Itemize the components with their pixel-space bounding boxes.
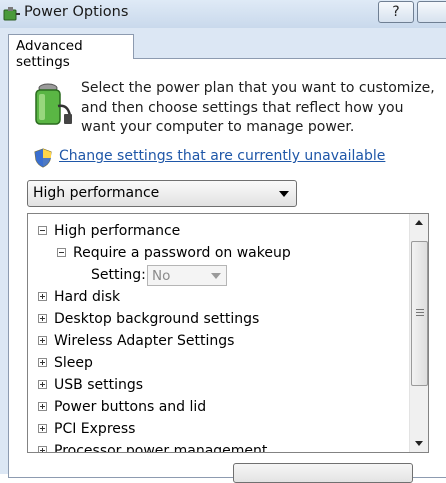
collapse-icon[interactable] [57, 248, 66, 257]
tab-advanced-settings[interactable]: Advanced settings [8, 34, 134, 70]
chevron-down-icon [211, 273, 221, 279]
tree-label: Power buttons and lid [54, 399, 207, 415]
setting-label: Setting: [91, 267, 146, 283]
description-text: Select the power plan that you want to c… [81, 80, 435, 135]
tree-label: Hard disk [54, 289, 121, 305]
scroll-thumb[interactable] [411, 241, 428, 386]
window-title: Power Options [24, 4, 129, 20]
scroll-up-icon[interactable] [410, 214, 428, 231]
grip-line [416, 315, 424, 316]
tree-label: Sleep [54, 355, 93, 371]
change-settings-link[interactable]: Change settings that are currently unava… [59, 148, 385, 164]
setting-row: Setting: No [91, 264, 241, 286]
tree-label: PCI Express [54, 421, 136, 437]
setting-dropdown[interactable]: No [147, 265, 227, 286]
expand-icon[interactable] [38, 446, 47, 452]
title-bar: Power Options ? [0, 0, 446, 28]
scroll-down-icon[interactable] [410, 435, 428, 452]
tree-scrollbar[interactable] [409, 214, 428, 452]
close-button[interactable] [417, 1, 446, 23]
tree-label: USB settings [54, 377, 144, 393]
power-plan-value: High performance [33, 185, 160, 201]
restore-defaults-button[interactable] [233, 463, 413, 483]
tree-label: Desktop background settings [54, 311, 260, 327]
power-options-icon [3, 7, 20, 21]
power-plan-dropdown[interactable]: High performance [27, 180, 297, 207]
expand-icon[interactable] [38, 402, 47, 411]
expand-icon[interactable] [38, 424, 47, 433]
expand-icon[interactable] [38, 336, 47, 345]
expand-icon[interactable] [38, 380, 47, 389]
expand-icon[interactable] [38, 358, 47, 367]
grip-line [416, 309, 424, 310]
tree-label: Processor power management [54, 443, 268, 453]
help-button[interactable]: ? [378, 1, 414, 23]
tree-label: High performance [54, 223, 181, 239]
setting-value: No [152, 268, 171, 284]
tree-label: Require a password on wakeup [73, 245, 291, 261]
tree-label: Wireless Adapter Settings [54, 333, 235, 349]
collapse-icon[interactable] [38, 226, 47, 235]
battery-icon [35, 83, 72, 125]
settings-tree: High performance Require a password on w… [27, 213, 429, 453]
expand-icon[interactable] [38, 314, 47, 323]
uac-shield-icon [34, 148, 52, 168]
expand-icon[interactable] [38, 292, 47, 301]
chevron-down-icon [279, 191, 289, 197]
grip-line [416, 312, 424, 313]
